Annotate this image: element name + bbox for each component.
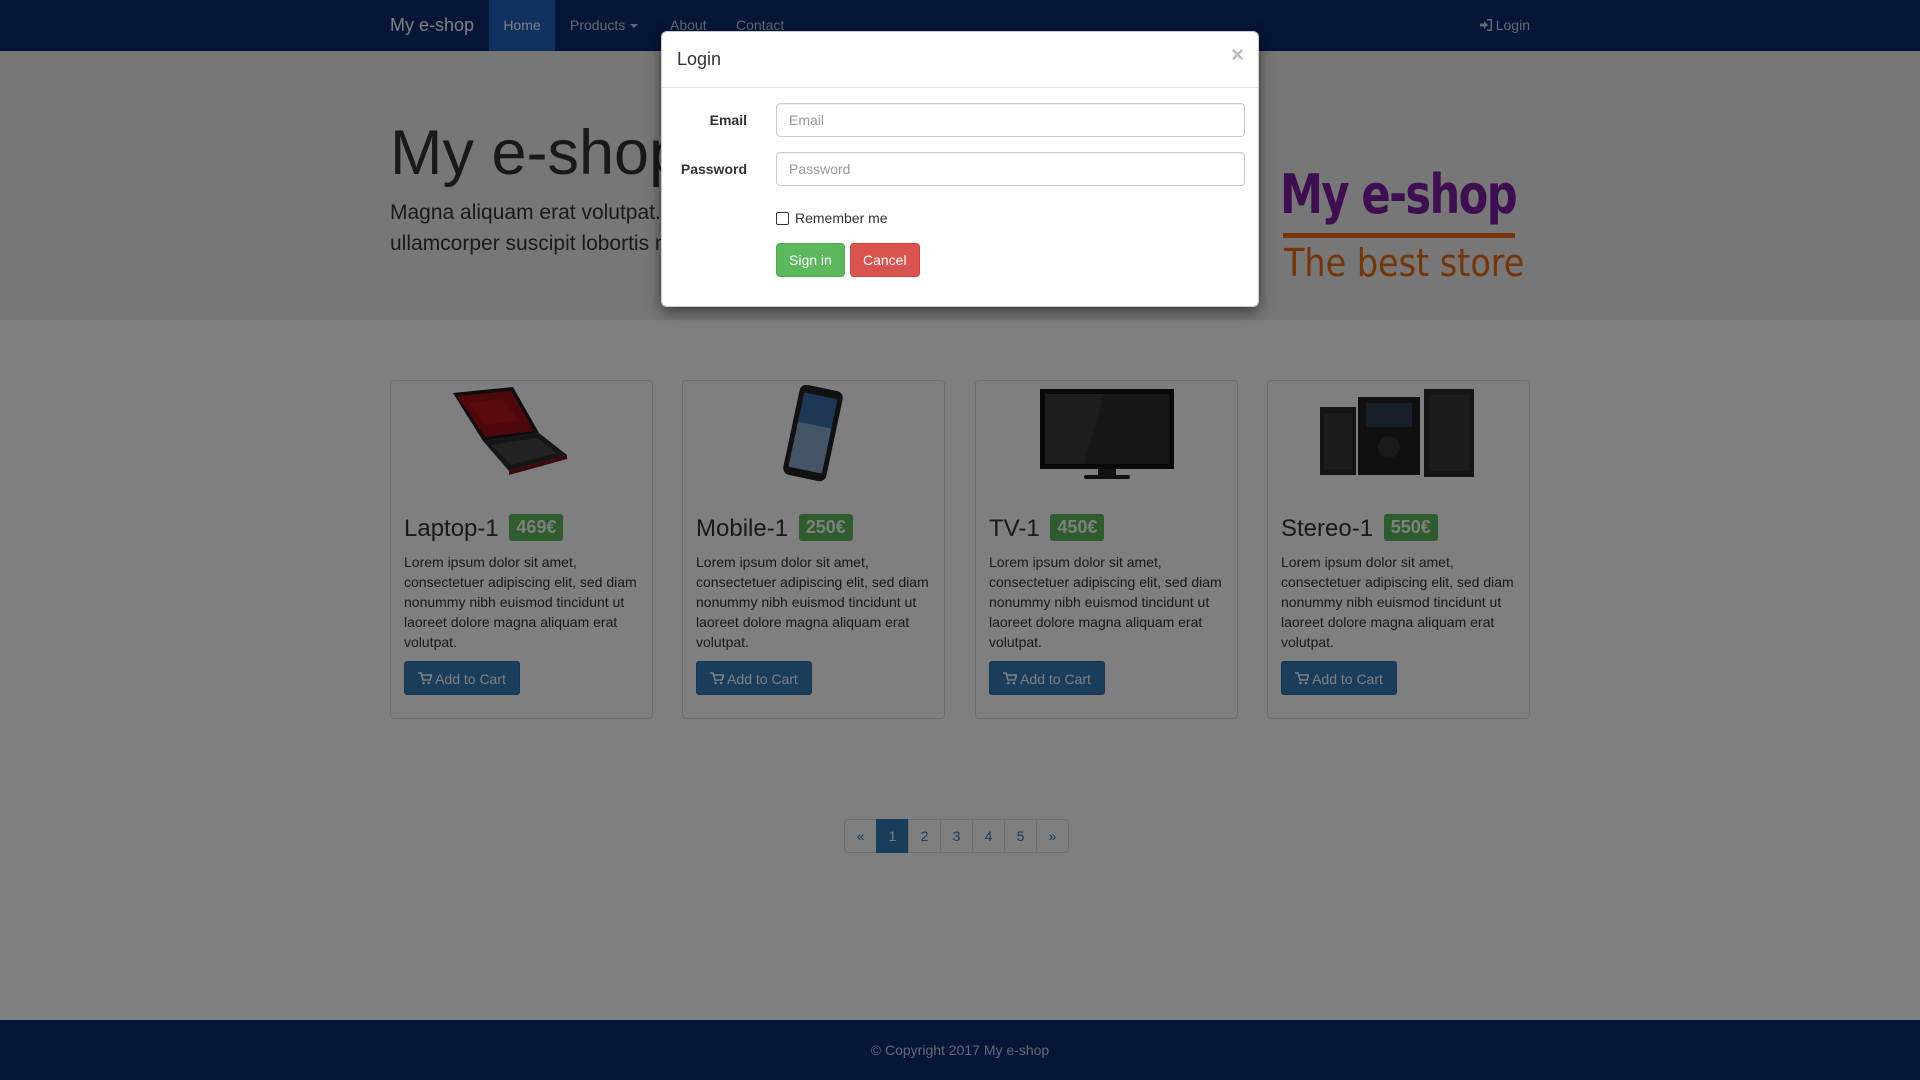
- password-field[interactable]: [776, 152, 1245, 186]
- remember-me-label: Remember me: [795, 210, 888, 226]
- remember-me-checkbox[interactable]: [776, 212, 789, 225]
- password-label: Password: [680, 161, 747, 177]
- modal-title: Login: [677, 49, 722, 69]
- close-icon[interactable]: ×: [1231, 44, 1244, 66]
- sign-in-button[interactable]: Sign in: [776, 243, 845, 277]
- email-label: Email: [709, 112, 747, 128]
- remember-me[interactable]: Remember me: [776, 210, 888, 226]
- email-field[interactable]: [776, 103, 1245, 137]
- login-modal: Login × Email Password Remember me Sign …: [661, 31, 1259, 307]
- modal-header: Login ×: [662, 32, 1258, 88]
- cancel-button[interactable]: Cancel: [850, 243, 920, 277]
